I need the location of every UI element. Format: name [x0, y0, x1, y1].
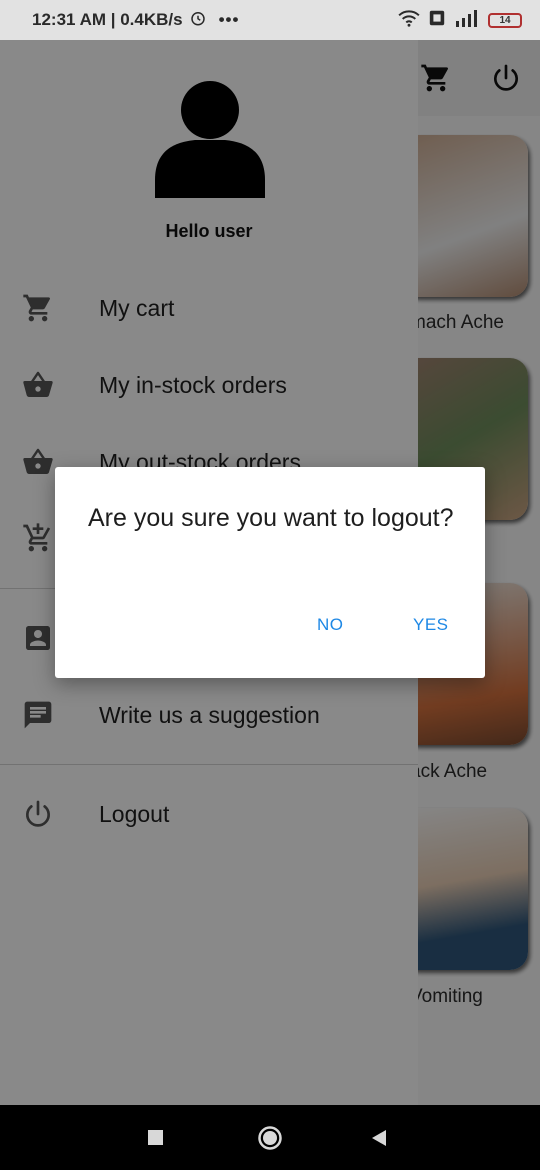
- battery-icon: 14: [488, 12, 522, 28]
- dialog-title: Are you sure you want to logout?: [88, 504, 454, 532]
- yes-button[interactable]: YES: [413, 615, 449, 635]
- system-navigation-bar: [0, 1105, 540, 1170]
- more-notifications-icon: •••: [218, 10, 240, 29]
- signal-icon: [454, 9, 480, 32]
- no-button[interactable]: NO: [317, 615, 344, 635]
- alarm-icon: [189, 9, 207, 32]
- sim-icon: [428, 9, 446, 32]
- logout-dialog: Are you sure you want to logout? NO YES: [55, 467, 485, 678]
- home-button[interactable]: [257, 1125, 283, 1151]
- recents-button[interactable]: [147, 1129, 173, 1155]
- back-button[interactable]: [370, 1129, 396, 1155]
- wifi-icon: [398, 9, 420, 32]
- status-bar: 12:31 AM | 0.4KB/s ••• 14: [0, 0, 540, 40]
- status-time: 12:31 AM | 0.4KB/s: [32, 10, 183, 29]
